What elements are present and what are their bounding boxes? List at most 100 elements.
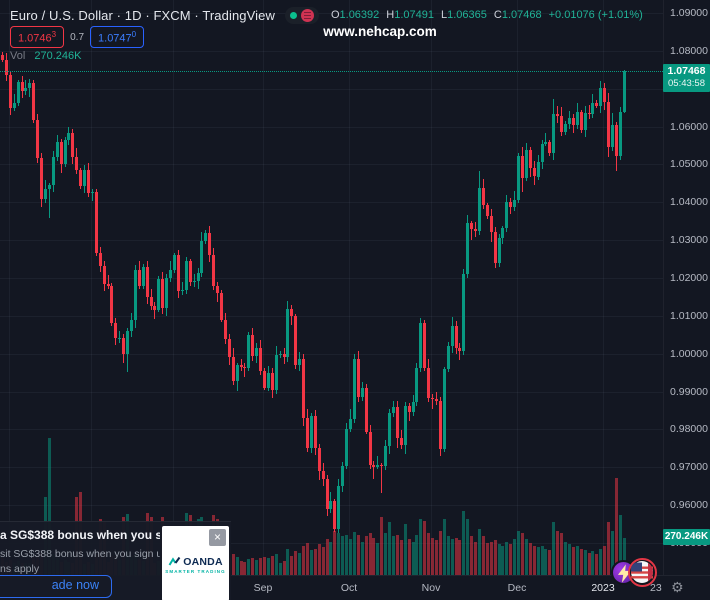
candle-wick xyxy=(373,460,374,479)
gridline-vertical xyxy=(431,0,432,575)
candle xyxy=(228,338,231,358)
candle xyxy=(75,156,78,171)
candle xyxy=(302,358,305,418)
candle xyxy=(60,142,63,164)
candle xyxy=(513,199,516,207)
candle xyxy=(451,325,454,347)
volume-bar xyxy=(372,537,375,575)
gridline-vertical xyxy=(263,0,264,575)
symbol-title[interactable]: Euro / U.S. Dollar · 1D · FXCM · Trading… xyxy=(10,8,275,23)
candle xyxy=(251,334,254,356)
price-tick-label: 0.96000 xyxy=(670,499,708,512)
candle xyxy=(142,266,145,286)
volume-bar xyxy=(603,545,606,575)
candle xyxy=(494,231,497,264)
volume-bar xyxy=(322,547,325,575)
candle xyxy=(388,413,391,447)
chart-plot-area[interactable] xyxy=(0,0,663,575)
volume-bar xyxy=(419,519,422,575)
trade-now-button[interactable]: ade now xyxy=(0,575,112,598)
candle xyxy=(552,113,555,154)
volume-bar xyxy=(314,548,317,575)
promo-banner: a SG$388 bonus when you sign up. sit SG$… xyxy=(0,521,231,600)
gridline-horizontal xyxy=(0,429,663,431)
candle xyxy=(568,118,571,124)
volume-bar xyxy=(490,541,493,575)
candle xyxy=(498,238,501,264)
volume-bar xyxy=(595,554,598,575)
instrument-flag-badge[interactable] xyxy=(628,558,657,587)
volume-bar xyxy=(525,538,528,575)
candle xyxy=(193,280,196,283)
candle xyxy=(521,155,524,178)
volume-bar xyxy=(345,534,348,575)
candle xyxy=(341,466,344,487)
candle xyxy=(357,358,360,398)
gear-icon[interactable]: ⚙ xyxy=(671,579,684,596)
time-tick-label: Nov xyxy=(421,582,441,594)
advertiser-logo-card[interactable]: × OANDA SMARTER TRADING xyxy=(162,526,229,600)
candle xyxy=(267,372,270,388)
volume-bar xyxy=(501,545,504,575)
candle xyxy=(470,223,473,230)
sell-bid-button[interactable]: 1.07463 xyxy=(10,26,65,48)
volume-bar xyxy=(384,533,387,575)
buy-ask-button[interactable]: 1.07470 xyxy=(90,26,145,48)
candle xyxy=(458,347,461,351)
gridline-horizontal xyxy=(0,164,663,166)
volume-bar xyxy=(333,530,336,575)
gridline-horizontal xyxy=(0,240,663,242)
candle xyxy=(118,338,121,340)
candle xyxy=(36,120,39,158)
volume-bar xyxy=(607,522,610,575)
candle xyxy=(224,319,227,339)
candle xyxy=(591,102,594,115)
price-tick-label: 1.02000 xyxy=(670,271,708,284)
candle xyxy=(603,87,606,102)
candle-wick xyxy=(92,188,93,202)
candle xyxy=(197,273,200,281)
candle xyxy=(91,192,94,194)
volume-bar xyxy=(337,533,340,575)
candle xyxy=(380,464,383,467)
candle xyxy=(329,501,332,509)
candle xyxy=(294,315,297,365)
candle xyxy=(415,368,418,403)
candle xyxy=(599,87,602,106)
candle xyxy=(611,124,614,147)
market-status-pill[interactable] xyxy=(284,6,319,24)
oanda-logo-icon xyxy=(168,556,181,566)
price-tick-label: 0.98000 xyxy=(670,423,708,436)
promo-subline: sit SG$388 bonus when you sign up. xyxy=(0,548,160,560)
candle xyxy=(392,406,395,414)
candle xyxy=(525,150,528,178)
candle xyxy=(271,372,274,391)
candle xyxy=(337,486,340,530)
volume-indicator-label[interactable]: Vol xyxy=(10,50,25,62)
last-price-label: 1.07468 05:43:58 xyxy=(663,63,710,92)
close-icon[interactable]: × xyxy=(209,529,226,546)
candle xyxy=(13,103,16,108)
price-tick-label: 1.01000 xyxy=(670,309,708,322)
candle xyxy=(322,470,325,480)
volume-bar xyxy=(396,534,399,575)
gridline-horizontal xyxy=(0,467,663,469)
candle xyxy=(427,367,430,399)
volume-bar xyxy=(494,540,497,575)
time-tick-label: Dec xyxy=(507,582,527,594)
volume-bar xyxy=(310,550,313,575)
candle xyxy=(408,405,411,413)
volume-bar xyxy=(482,536,485,575)
volume-bar xyxy=(431,537,434,575)
price-tick-label: 1.04000 xyxy=(670,196,708,209)
volume-bar xyxy=(439,530,442,575)
candle xyxy=(435,398,438,402)
volume-bar xyxy=(255,559,258,575)
candle xyxy=(200,240,203,274)
volume-bar xyxy=(591,551,594,575)
candle-wick xyxy=(381,462,382,494)
candle xyxy=(236,365,239,382)
volume-bar xyxy=(353,531,356,575)
candle xyxy=(165,278,168,309)
volume-bar xyxy=(443,519,446,575)
